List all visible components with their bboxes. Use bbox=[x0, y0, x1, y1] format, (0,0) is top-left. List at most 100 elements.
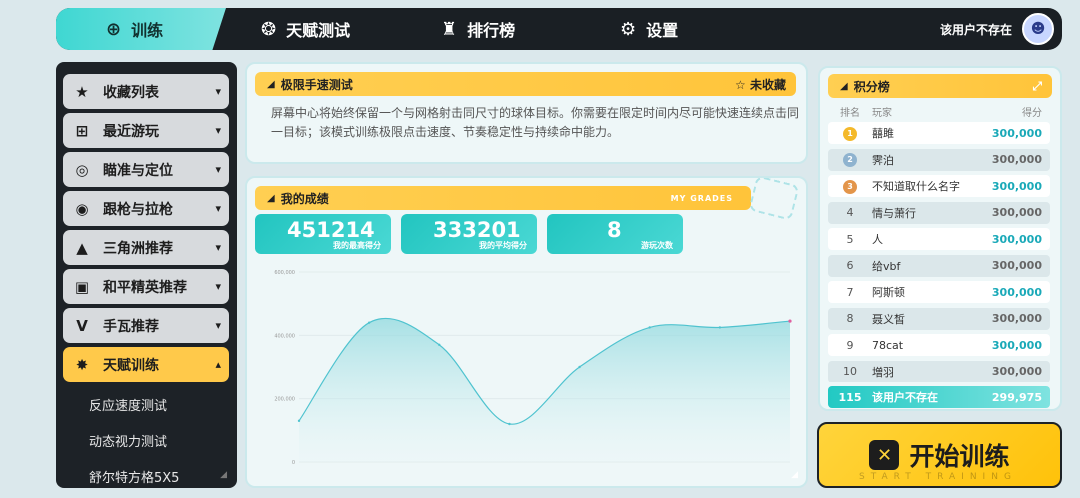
row-score: 300,000 bbox=[991, 126, 1042, 140]
stat-label: 我的平均得分 bbox=[479, 241, 527, 250]
my-name: 该用户不存在 bbox=[872, 391, 938, 404]
podium-icon: ♜ bbox=[441, 18, 458, 40]
grades-title: 我的成绩 bbox=[280, 191, 329, 206]
row-rank: 7 bbox=[846, 285, 854, 299]
stat-label: 游玩次数 bbox=[641, 241, 673, 250]
row-rank: 9 bbox=[846, 338, 854, 352]
start-training-button[interactable]: ✕ 开始训练 START TRAINING bbox=[817, 422, 1062, 488]
my-rank: 115 bbox=[838, 390, 862, 404]
signal-icon: ◢ bbox=[267, 78, 275, 90]
tab-talent-test[interactable]: ❂ 天赋测试 bbox=[261, 8, 350, 50]
stat-card-best: 451214 我的最高得分 bbox=[255, 214, 391, 254]
sidebar-item-aim[interactable]: ◎ 瞄准与定位 ▾ bbox=[63, 152, 229, 187]
username: 该用户不存在 bbox=[939, 22, 1012, 37]
sidebar-item-favorites[interactable]: ★ 收藏列表 ▾ bbox=[63, 74, 229, 109]
crosshair-icon: ⊕ bbox=[106, 18, 122, 40]
row-score: 300,000 bbox=[991, 312, 1042, 325]
mode-title-bar: ◢ 极限手速测试 ☆ 未收藏 bbox=[255, 72, 796, 96]
chart-point bbox=[438, 343, 441, 347]
tab-leaderboard[interactable]: ♜ 排行榜 bbox=[441, 8, 515, 50]
chart-ytick-label: 0 bbox=[292, 460, 295, 466]
chart-point bbox=[788, 319, 792, 323]
resize-handle-icon[interactable]: ◢ bbox=[220, 470, 227, 480]
valorant-icon: V bbox=[76, 316, 88, 335]
table-row: 4 情与萧行 300,000 bbox=[828, 201, 1050, 224]
sidebar-item-valorant[interactable]: V 手瓦推荐 ▾ bbox=[63, 308, 229, 343]
row-player: 増羽 bbox=[872, 365, 894, 379]
sidebar-item-label: 收藏列表 bbox=[103, 84, 159, 101]
row-score: 300,000 bbox=[991, 232, 1042, 246]
chevron-down-icon: ▾ bbox=[215, 241, 221, 254]
sidebar-subitem[interactable]: 反应速度测试 bbox=[89, 395, 167, 414]
chevron-down-icon: ▾ bbox=[215, 202, 221, 215]
row-rank: 6 bbox=[846, 259, 854, 272]
my-score: 299,975 bbox=[991, 390, 1042, 404]
mode-info-panel: ◢ 极限手速测试 ☆ 未收藏 屏幕中心将始终保留一个与网格射击同尺寸的球体目标。… bbox=[245, 62, 808, 164]
medal-icon: 1 bbox=[843, 126, 857, 141]
row-player: 阿斯顿 bbox=[872, 286, 905, 299]
sidebar-item-tracking[interactable]: ◉ 跟枪与拉枪 ▾ bbox=[63, 191, 229, 226]
table-row: 2 霁泊 300,000 bbox=[828, 148, 1050, 171]
row-rank: 4 bbox=[846, 206, 854, 219]
row-score: 300,000 bbox=[991, 365, 1042, 378]
console-icon: ▣ bbox=[74, 277, 90, 296]
score-line-chart: 600,000 400,000 200,000 0 bbox=[274, 270, 792, 466]
sidebar-item-talent-training[interactable]: ✸ 天赋训练 ▴ bbox=[63, 347, 229, 382]
row-rank: 5 bbox=[846, 232, 854, 246]
medal-icon: 2 bbox=[843, 153, 857, 167]
table-row: 1 囍雎 300,000 bbox=[828, 122, 1050, 144]
row-rank-medal: 1 bbox=[828, 126, 872, 141]
chart-ytick-label: 400,000 bbox=[274, 333, 295, 339]
chart-ytick-label: 200,000 bbox=[274, 397, 295, 403]
avatar[interactable]: ☻ bbox=[1022, 13, 1054, 45]
tab-label: 设置 bbox=[646, 21, 679, 40]
my-rank-row: 115 该用户不存在 299,975 bbox=[828, 386, 1050, 408]
tab-label: 天赋测试 bbox=[286, 21, 351, 40]
delta-icon: ▲ bbox=[76, 238, 88, 257]
start-training-label: 开始训练 bbox=[909, 442, 1010, 471]
table-row: 7 阿斯顿 300,000 bbox=[828, 281, 1050, 303]
sidebar-item-peace-elite[interactable]: ▣ 和平精英推荐 ▾ bbox=[63, 269, 229, 304]
row-rank-medal: 3 bbox=[828, 179, 872, 194]
medal-icon: 3 bbox=[843, 179, 857, 194]
row-player: 人 bbox=[872, 233, 883, 246]
tab-training[interactable]: ⊕ 训练 bbox=[56, 8, 226, 50]
row-rank-medal: 2 bbox=[828, 152, 872, 167]
stat-value: 333201 bbox=[433, 218, 521, 242]
signal-icon: ◢ bbox=[267, 192, 275, 204]
resize-handle-icon[interactable]: ◢ bbox=[791, 470, 798, 480]
mode-title: 极限手速测试 bbox=[280, 77, 353, 92]
sidebar-item-label: 天赋训练 bbox=[103, 357, 159, 374]
sidebar-item-label: 和平精英推荐 bbox=[103, 279, 187, 296]
sidebar-item-label: 最近游玩 bbox=[103, 123, 159, 140]
start-training-sub: START TRAINING bbox=[859, 472, 1017, 482]
sidebar-subitem[interactable]: 动态视力测试 bbox=[89, 431, 167, 450]
decor-badge-icon bbox=[748, 178, 800, 221]
mode-description: 屏幕中心将始终保留一个与网格射击同尺寸的球体目标。你需要在限定时间内尽可能快速连… bbox=[271, 106, 800, 139]
row-player: 78cat bbox=[872, 338, 904, 352]
sidebar-subitem[interactable]: 舒尔特方格5X5 bbox=[89, 467, 179, 486]
star-outline-icon: ☆ bbox=[735, 77, 746, 92]
row-player: 囍雎 bbox=[872, 127, 894, 140]
tab-settings[interactable]: ⚙ 设置 bbox=[620, 8, 678, 50]
table-row: 10 増羽 300,000 bbox=[828, 360, 1050, 382]
tab-label: 训练 bbox=[131, 21, 164, 40]
top-nav: ⊕ 训练 ❂ 天赋测试 ♜ 排行榜 ⚙ 设置 该用户不存在 ☻ bbox=[56, 8, 1062, 50]
stat-value: 451214 bbox=[287, 218, 375, 242]
user-info[interactable]: 该用户不存在 ☻ bbox=[940, 13, 1054, 45]
chevron-down-icon: ▾ bbox=[215, 280, 221, 293]
favorite-button[interactable]: ☆ 未收藏 bbox=[735, 76, 786, 93]
target-icon: ◎ bbox=[75, 160, 89, 179]
table-row: 6 给vbf 300,000 bbox=[828, 254, 1050, 277]
spark-icon: ✸ bbox=[75, 355, 89, 374]
chart-area bbox=[299, 318, 790, 462]
chevron-down-icon: ▾ bbox=[215, 85, 221, 98]
chart-point bbox=[508, 422, 511, 426]
gamepad-icon: ⊞ bbox=[75, 121, 89, 140]
row-player: 不知道取什么名字 bbox=[872, 180, 960, 193]
sidebar: ★ 收藏列表 ▾ ⊞ 最近游玩 ▾ ◎ 瞄准与定位 ▾ ◉ 跟枪与拉枪 ▾ ▲ … bbox=[56, 62, 237, 488]
sidebar-item-delta[interactable]: ▲ 三角洲推荐 ▾ bbox=[63, 230, 229, 265]
leaderboard-panel: ◢ 积分榜 ⤢ 排名 玩家 得分 1 囍雎 300,000 2 霁泊 300,000 3 不知… bbox=[818, 66, 1062, 411]
play-icon: ✕ bbox=[869, 440, 900, 470]
sidebar-item-recent[interactable]: ⊞ 最近游玩 ▾ bbox=[63, 113, 229, 148]
